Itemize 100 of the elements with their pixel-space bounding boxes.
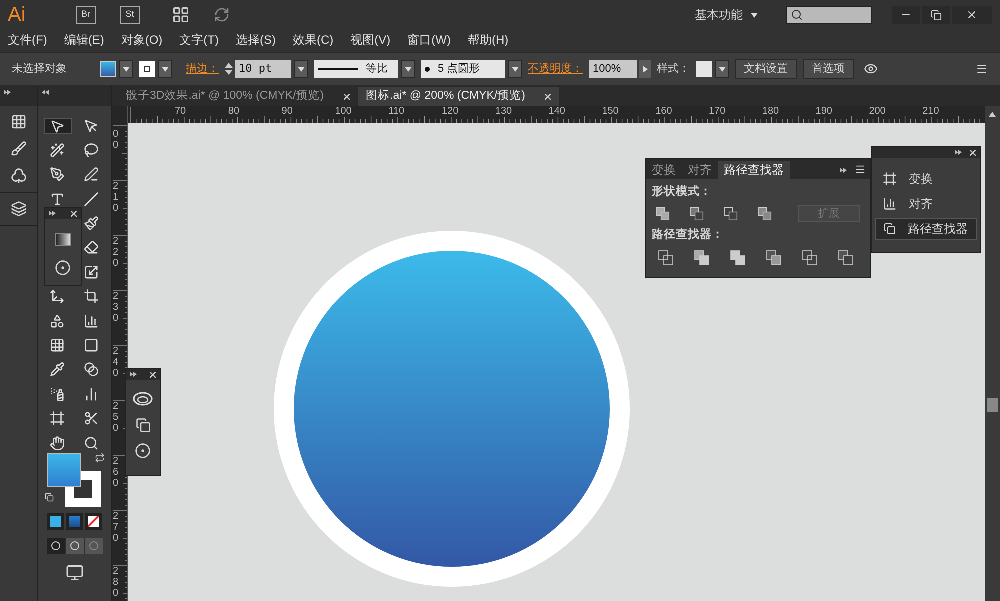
workspace-switcher[interactable]: 基本功能	[695, 6, 743, 24]
screen-mode-icon[interactable]	[66, 564, 84, 582]
menu-item[interactable]: 效果(C)	[292, 31, 334, 49]
close-panel-icon[interactable]	[71, 210, 77, 216]
none-mode-button[interactable]	[85, 513, 102, 530]
transparency-panel-icon[interactable]	[55, 260, 71, 276]
brush-dropdown[interactable]: 5 点圆形	[421, 60, 505, 78]
dock-item[interactable]: 路径查找器	[875, 218, 977, 240]
minus-front-icon[interactable]	[690, 206, 704, 222]
dropdown-button[interactable]	[401, 60, 415, 78]
dropdown-button[interactable]	[294, 60, 308, 78]
scrollbar-thumb[interactable]	[987, 398, 998, 412]
fill-color-box[interactable]	[46, 453, 80, 488]
ruler-label: 180	[761, 107, 780, 117]
bridge-button[interactable]: Br	[76, 6, 96, 24]
expand-panel-icon[interactable]	[49, 211, 56, 216]
swatches-icon[interactable]	[10, 114, 26, 130]
restore-button[interactable]	[922, 6, 950, 24]
dock-item[interactable]: 对齐	[875, 193, 977, 215]
exclude-icon[interactable]	[758, 206, 772, 222]
default-colors-icon[interactable]	[44, 493, 54, 502]
pathfinder-icon	[884, 222, 896, 236]
merge-icon[interactable]	[730, 250, 746, 266]
close-button[interactable]	[952, 6, 992, 24]
shape-modes-label: 形状模式：	[651, 184, 713, 200]
appearance-panel-icon[interactable]	[135, 443, 151, 459]
symbols-icon[interactable]	[10, 168, 26, 184]
panel-tab[interactable]: 路径查找器	[718, 161, 790, 179]
panel-tab[interactable]: 变换	[646, 161, 682, 179]
menu-item[interactable]: 文字(T)	[180, 31, 219, 49]
search-field[interactable]	[786, 6, 872, 24]
dropdown-button[interactable]	[119, 60, 133, 78]
draw-inside-button[interactable]	[84, 538, 102, 554]
expand-panel-icon[interactable]	[130, 372, 137, 377]
caret-icon	[122, 66, 130, 72]
gradient-panel-icon[interactable]	[55, 233, 71, 246]
menu-item[interactable]: 对象(O)	[121, 31, 163, 49]
menu-item[interactable]: 选择(S)	[236, 31, 276, 49]
stroke-profile-dropdown[interactable]: 等比	[314, 60, 398, 78]
collapse-toolbox-icon[interactable]	[42, 90, 49, 95]
stroke-weight-field[interactable]: 10 pt	[235, 60, 291, 78]
trim-icon[interactable]	[694, 250, 710, 266]
isolate-icon[interactable]	[864, 62, 878, 76]
caret-icon[interactable]	[751, 12, 758, 18]
menu-item[interactable]: 视图(V)	[350, 31, 391, 49]
panel-menu-icon[interactable]	[855, 164, 866, 175]
intersect-icon[interactable]	[724, 206, 738, 222]
close-tab-icon[interactable]	[344, 94, 350, 100]
expand-panel-icon[interactable]	[955, 150, 962, 155]
selection-tool-icon[interactable]	[44, 118, 72, 134]
menu-item[interactable]: 窗口(W)	[408, 31, 451, 49]
toolbar-button[interactable]: 首选项	[803, 59, 854, 79]
menu-item[interactable]: 文件(F)	[8, 31, 48, 49]
draw-normal-button[interactable]	[46, 538, 64, 554]
opacity-slider-button[interactable]	[639, 60, 651, 78]
stroke-swatch[interactable]	[139, 61, 155, 77]
layers-icon[interactable]	[10, 201, 26, 217]
artboards-panel-icon[interactable]	[136, 418, 150, 433]
opacity-field[interactable]: 100%	[589, 60, 637, 78]
toolbar-button[interactable]: 文档设置	[735, 59, 797, 79]
close-panel-icon[interactable]	[970, 150, 976, 156]
dock-item[interactable]: 变换	[875, 168, 977, 190]
color-mode-button[interactable]	[47, 513, 64, 530]
tab-title: 图标.ai* @ 200% (CMYK/预览)	[366, 88, 526, 104]
menu-item[interactable]: 帮助(H)	[468, 31, 509, 49]
libraries-icon[interactable]	[133, 392, 153, 406]
dropdown-button[interactable]	[715, 60, 729, 78]
fill-swatch[interactable]	[100, 61, 116, 77]
dock-item-label: 路径查找器	[908, 221, 968, 238]
menu-item[interactable]: 编辑(E)	[64, 31, 104, 49]
document-tab[interactable]: 图标.ai* @ 200% (CMYK/预览)	[358, 87, 560, 106]
panel-tab[interactable]: 对齐	[682, 161, 718, 179]
ruler-label: 160	[654, 107, 674, 117]
gradient-mode-button[interactable]	[66, 513, 83, 530]
style-swatch[interactable]	[696, 61, 712, 77]
minus-back-icon[interactable]	[838, 250, 854, 266]
stock-button[interactable]: St	[120, 6, 140, 24]
ruler-label: 250	[113, 401, 123, 434]
collapse-panel-icon[interactable]	[840, 168, 847, 172]
expand-dock-icon[interactable]	[4, 90, 11, 95]
swap-colors-icon[interactable]	[94, 453, 104, 464]
arrange-documents-icon[interactable]	[172, 6, 190, 24]
close-panel-icon[interactable]	[150, 372, 156, 378]
close-tab-icon[interactable]	[545, 94, 552, 100]
search-icon	[791, 9, 803, 21]
scroll-up-icon[interactable]	[989, 112, 996, 117]
stroke-link[interactable]: 描边：	[186, 60, 219, 78]
brushes-icon[interactable]	[10, 141, 26, 157]
unite-icon[interactable]	[656, 206, 670, 222]
stepper-arrows-icon[interactable]	[225, 62, 233, 76]
opacity-link[interactable]: 不透明度：	[528, 60, 583, 78]
panel-menu-icon[interactable]	[976, 63, 988, 75]
sync-icon[interactable]	[214, 7, 230, 23]
dropdown-button[interactable]	[158, 60, 172, 78]
caret-icon	[718, 66, 726, 72]
outline-icon[interactable]	[802, 250, 818, 266]
dropdown-button[interactable]	[508, 60, 522, 78]
crop-shape-icon[interactable]	[766, 250, 782, 266]
divide-icon[interactable]	[658, 250, 674, 266]
draw-behind-button[interactable]	[66, 538, 84, 554]
